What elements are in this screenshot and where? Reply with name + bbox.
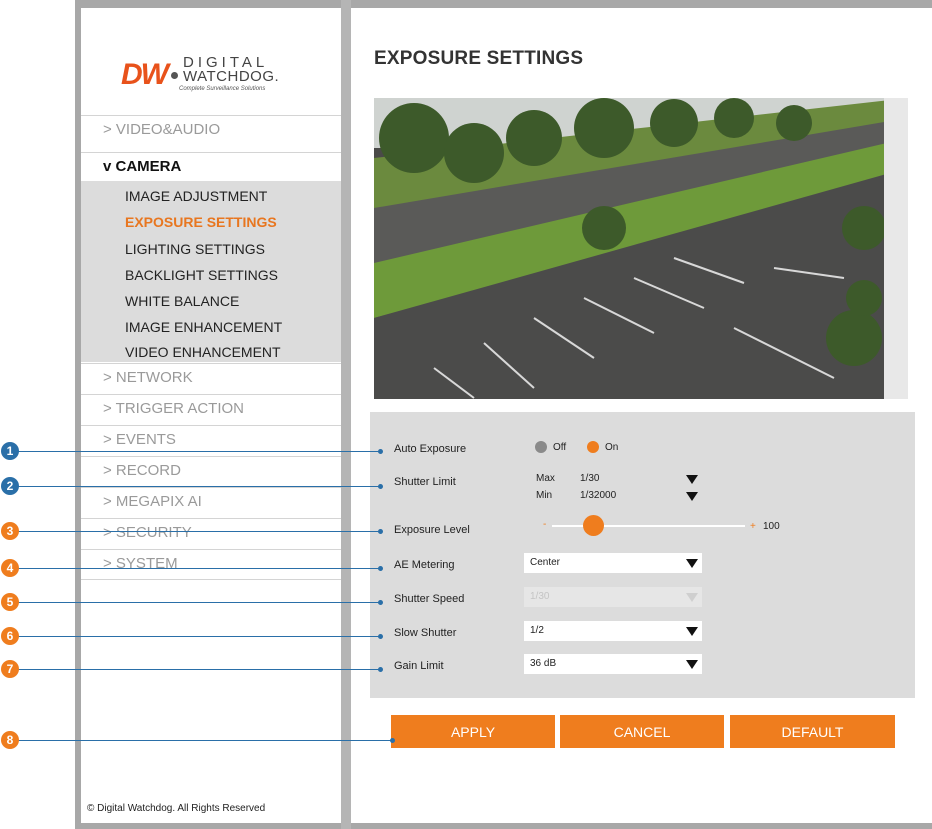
default-button[interactable]: DEFAULT (730, 715, 895, 748)
shutter-limit-label: Shutter Limit (394, 476, 456, 488)
ae-metering-label: AE Metering (394, 559, 455, 571)
submenu-image-adjustment[interactable]: IMAGE ADJUSTMENT (125, 183, 267, 209)
auto-exposure-on-label: On (605, 442, 619, 453)
nav-item-trigger-action[interactable]: > TRIGGER ACTION (81, 394, 341, 423)
auto-exposure-on-radio[interactable] (587, 441, 599, 453)
exposure-level-slider-knob[interactable] (583, 515, 604, 536)
nav-item-security[interactable]: > SECURITY (81, 518, 341, 547)
camera-submenu: IMAGE ADJUSTMENT EXPOSURE SETTINGS LIGHT… (81, 181, 341, 362)
submenu-exposure-settings[interactable]: EXPOSURE SETTINGS (125, 209, 277, 235)
frame-bottom-border (75, 823, 932, 829)
nav-item-network[interactable]: > NETWORK (81, 363, 341, 392)
nav-item-camera[interactable]: v CAMERA (81, 152, 341, 181)
exposure-level-plus: + (750, 521, 756, 532)
exposure-level-value: 100 (763, 521, 780, 532)
camera-preview-image (374, 98, 908, 399)
auto-exposure-off-radio[interactable] (535, 441, 547, 453)
logo-brand: DW (121, 58, 169, 91)
shutter-limit-min-value: 1/32000 (580, 490, 617, 501)
slow-shutter-select[interactable]: 1/2 (524, 621, 702, 641)
shutter-limit-min-label: Min (536, 490, 553, 501)
nav-item-video-audio[interactable]: > VIDEO&AUDIO (81, 115, 341, 144)
exposure-level-minus: - (543, 519, 547, 530)
gain-limit-value: 36 dB (530, 658, 557, 669)
frame-top-border (75, 0, 932, 8)
nav-item-megapix-ai[interactable]: > MEGAPIX AI (81, 487, 341, 516)
callout-badge-2: 2 (1, 477, 19, 495)
gain-limit-select[interactable]: 36 dB (524, 654, 702, 674)
shutter-limit-min-select[interactable]: 1/32000 (580, 488, 702, 504)
callout-badge-3: 3 (1, 522, 19, 540)
callout-badge-8: 8 (1, 731, 19, 749)
logo-dot (171, 72, 178, 79)
chevron-down-icon (686, 593, 698, 602)
callout-badge-4: 4 (1, 559, 19, 577)
submenu-white-balance[interactable]: WHITE BALANCE (125, 288, 239, 314)
sidebar: DW DIGITAL WATCHDOG. Complete Surveillan… (81, 8, 341, 823)
copyright-footer: © Digital Watchdog. All Rights Reserved (87, 803, 266, 814)
callout-badge-7: 7 (1, 660, 19, 678)
chevron-down-icon (686, 627, 698, 636)
shutter-limit-max-value: 1/30 (580, 473, 600, 484)
frame-divider (341, 0, 351, 829)
apply-button[interactable]: APPLY (391, 715, 555, 748)
submenu-video-enhancement[interactable]: VIDEO ENHANCEMENT (125, 339, 281, 365)
slow-shutter-label: Slow Shutter (394, 627, 457, 639)
chevron-down-icon (686, 475, 698, 484)
parking-lot-scene (374, 98, 908, 399)
shutter-speed-label: Shutter Speed (394, 593, 465, 605)
ae-metering-value: Center (530, 557, 561, 568)
logo-line2: WATCHDOG. (183, 68, 280, 85)
nav-item-system[interactable]: > SYSTEM (81, 549, 341, 578)
cancel-button[interactable]: CANCEL (560, 715, 724, 748)
submenu-lighting-settings[interactable]: LIGHTING SETTINGS (125, 236, 265, 262)
callout-badge-1: 1 (1, 442, 19, 460)
exposure-level-slider-track[interactable] (552, 525, 745, 527)
shutter-limit-max-select[interactable]: 1/30 (580, 471, 702, 487)
digital-watchdog-logo: DW DIGITAL WATCHDOG. Complete Surveillan… (121, 48, 311, 108)
ae-metering-select[interactable]: Center (524, 553, 702, 573)
nav-item-events[interactable]: > EVENTS (81, 425, 341, 454)
exposure-level-label: Exposure Level (394, 524, 470, 536)
chevron-down-icon (686, 660, 698, 669)
shutter-speed-select[interactable]: 1/30 (524, 587, 702, 607)
shutter-limit-max-label: Max (536, 473, 555, 484)
submenu-image-enhancement[interactable]: IMAGE ENHANCEMENT (125, 314, 282, 340)
callout-badge-6: 6 (1, 627, 19, 645)
page-title: EXPOSURE SETTINGS (374, 48, 584, 69)
slow-shutter-value: 1/2 (530, 625, 544, 636)
auto-exposure-label: Auto Exposure (394, 443, 467, 455)
nav-item-record[interactable]: > RECORD (81, 456, 341, 485)
callout-badge-5: 5 (1, 593, 19, 611)
auto-exposure-off-label: Off (553, 442, 567, 453)
nav-divider (81, 579, 341, 580)
shutter-speed-value: 1/30 (530, 591, 550, 602)
submenu-backlight-settings[interactable]: BACKLIGHT SETTINGS (125, 262, 278, 288)
gain-limit-label: Gain Limit (394, 660, 444, 672)
logo-tagline: Complete Surveillance Solutions (179, 86, 266, 92)
chevron-down-icon (686, 559, 698, 568)
chevron-down-icon (686, 492, 698, 501)
